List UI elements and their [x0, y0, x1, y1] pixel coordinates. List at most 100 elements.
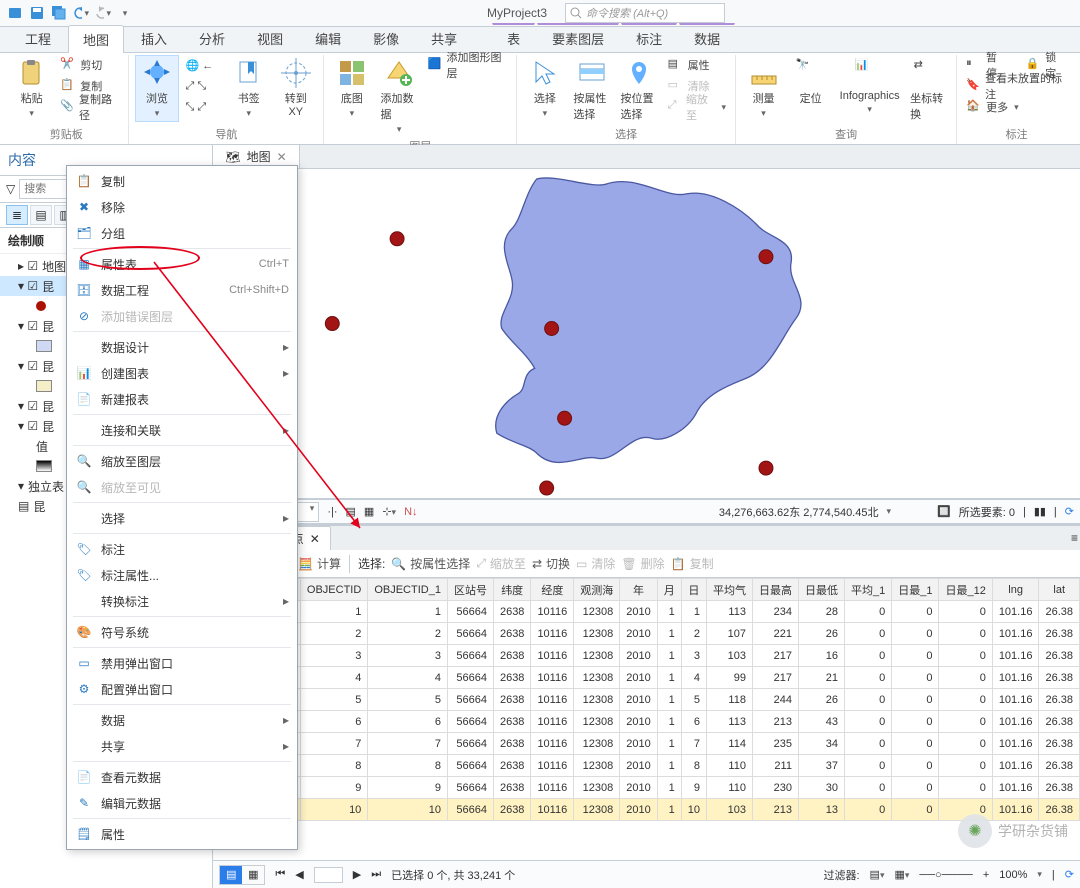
cell[interactable]: 21	[798, 667, 844, 689]
ctx-label[interactable]: 🏷标注	[67, 536, 297, 562]
cell[interactable]: 0	[939, 777, 992, 799]
cell[interactable]: 213	[752, 799, 798, 821]
cell[interactable]: 0	[939, 601, 992, 623]
qa-project-icon[interactable]	[6, 4, 24, 22]
ctx-copy[interactable]: 📋复制	[67, 168, 297, 194]
cell[interactable]: 2638	[493, 711, 530, 733]
cell[interactable]: 113	[706, 601, 752, 623]
cell[interactable]: 0	[844, 645, 891, 667]
cell[interactable]: 0	[892, 755, 939, 777]
paste-button[interactable]: 粘贴▾	[10, 55, 53, 122]
ctx-label-props[interactable]: 🏷标注属性...	[67, 562, 297, 588]
cell[interactable]: 8	[681, 755, 706, 777]
cell[interactable]: 12308	[574, 601, 620, 623]
attr-menu-icon[interactable]: ≡	[1071, 531, 1078, 545]
cell[interactable]: 4	[368, 667, 448, 689]
ctx-convert-label[interactable]: 转换标注▸	[67, 588, 297, 614]
col-header[interactable]: 日最_1	[892, 579, 939, 601]
ctx-create-chart[interactable]: 📊创建图表▸	[67, 360, 297, 386]
cell[interactable]: 5	[368, 689, 448, 711]
ctx-share[interactable]: 共享▸	[67, 733, 297, 759]
coord-convert-button[interactable]: ⇄坐标转换	[907, 55, 950, 125]
cell[interactable]: 12308	[574, 689, 620, 711]
cell[interactable]: 1	[657, 601, 681, 623]
tab-insert[interactable]: 插入	[126, 24, 182, 52]
view-unplaced-labels-button[interactable]: 🔖查看未放置的标注	[963, 76, 1070, 96]
cell[interactable]: 3	[368, 645, 448, 667]
cell[interactable]: 2638	[493, 645, 530, 667]
filter-icon[interactable]: ▽	[6, 182, 15, 196]
cell[interactable]: 5	[681, 689, 706, 711]
cell[interactable]: 2638	[493, 601, 530, 623]
cell[interactable]: 10116	[531, 623, 574, 645]
cell[interactable]: 2010	[620, 601, 657, 623]
cell[interactable]: 107	[706, 623, 752, 645]
cell[interactable]: 26.38	[1039, 755, 1080, 777]
filter2-icon[interactable]: ▦▾	[894, 868, 909, 881]
zoom-to-selection-button[interactable]: ⤢缩放至	[665, 97, 729, 117]
pause-draw-icon[interactable]: ▮▮	[1034, 505, 1046, 518]
attr-switch-button[interactable]: ⇄ 切换	[532, 555, 570, 572]
cell[interactable]: 56664	[447, 645, 493, 667]
first-record-icon[interactable]: ⏮	[275, 868, 285, 881]
cell[interactable]: 10116	[531, 689, 574, 711]
cell[interactable]: 56664	[447, 601, 493, 623]
cell[interactable]: 0	[892, 689, 939, 711]
cell[interactable]: 244	[752, 689, 798, 711]
cell[interactable]: 1	[681, 601, 706, 623]
cell[interactable]: 8	[368, 755, 448, 777]
cell[interactable]: 2638	[493, 667, 530, 689]
col-header[interactable]: 平均气	[706, 579, 752, 601]
ctx-data[interactable]: 数据▸	[67, 707, 297, 733]
qa-customize-icon[interactable]: ▾	[116, 4, 134, 22]
cell[interactable]: 0	[892, 711, 939, 733]
cell[interactable]: 1	[657, 623, 681, 645]
cell[interactable]: 1	[657, 645, 681, 667]
cell[interactable]: 9	[681, 777, 706, 799]
goto-xy-button[interactable]: 转到 XY	[274, 55, 317, 121]
cell[interactable]: 0	[939, 755, 992, 777]
cell[interactable]: 2010	[620, 733, 657, 755]
cell[interactable]: 110	[706, 777, 752, 799]
cell[interactable]: 30	[798, 777, 844, 799]
ctx-tab-feature-layer[interactable]: 要素图层	[537, 23, 619, 52]
filter-icon[interactable]: ▤▾	[870, 868, 885, 881]
cell[interactable]: 103	[706, 799, 752, 821]
cell[interactable]: 26.38	[1039, 777, 1080, 799]
cell[interactable]: 211	[752, 755, 798, 777]
cell[interactable]: 7	[300, 733, 367, 755]
col-header[interactable]: OBJECTID_1	[368, 579, 448, 601]
select-by-attr-button[interactable]: 按属性选择	[570, 55, 613, 125]
col-header[interactable]: 日最高	[752, 579, 798, 601]
cell[interactable]: 26.38	[1039, 667, 1080, 689]
col-header[interactable]: 年	[620, 579, 657, 601]
col-header[interactable]: lng	[992, 579, 1039, 601]
ctx-tab-data[interactable]: 数据	[679, 23, 735, 52]
cell[interactable]: 114	[706, 733, 752, 755]
cell[interactable]: 7	[368, 733, 448, 755]
ctx-selection[interactable]: 选择▸	[67, 505, 297, 531]
cell[interactable]: 10116	[531, 711, 574, 733]
attr-select-by-attr-button[interactable]: 🔍 按属性选择	[391, 555, 470, 572]
cell[interactable]: 56664	[447, 623, 493, 645]
select-by-location-button[interactable]: 按位置选择	[617, 55, 660, 125]
cell[interactable]: 56664	[447, 711, 493, 733]
cell[interactable]: 101.16	[992, 755, 1039, 777]
snap-icon[interactable]: ⊹▾	[382, 505, 396, 518]
cell[interactable]: 0	[892, 777, 939, 799]
ctx-symbology[interactable]: 🎨符号系统	[67, 619, 297, 645]
cell[interactable]: 2010	[620, 645, 657, 667]
cut-button[interactable]: ✂️剪切	[57, 55, 122, 75]
cell[interactable]: 213	[752, 711, 798, 733]
measure-button[interactable]: 测量▾	[742, 55, 785, 122]
cell[interactable]: 10116	[531, 777, 574, 799]
cell[interactable]: 26.38	[1039, 711, 1080, 733]
bookmarks-button[interactable]: 书签▾	[227, 55, 270, 122]
tab-edit[interactable]: 编辑	[300, 24, 356, 52]
cell[interactable]: 10116	[531, 601, 574, 623]
cell[interactable]: 56664	[447, 777, 493, 799]
cell[interactable]: 2010	[620, 711, 657, 733]
cell[interactable]: 0	[892, 667, 939, 689]
ctx-config-popup[interactable]: ⚙配置弹出窗口	[67, 676, 297, 702]
cell[interactable]: 8	[300, 755, 367, 777]
